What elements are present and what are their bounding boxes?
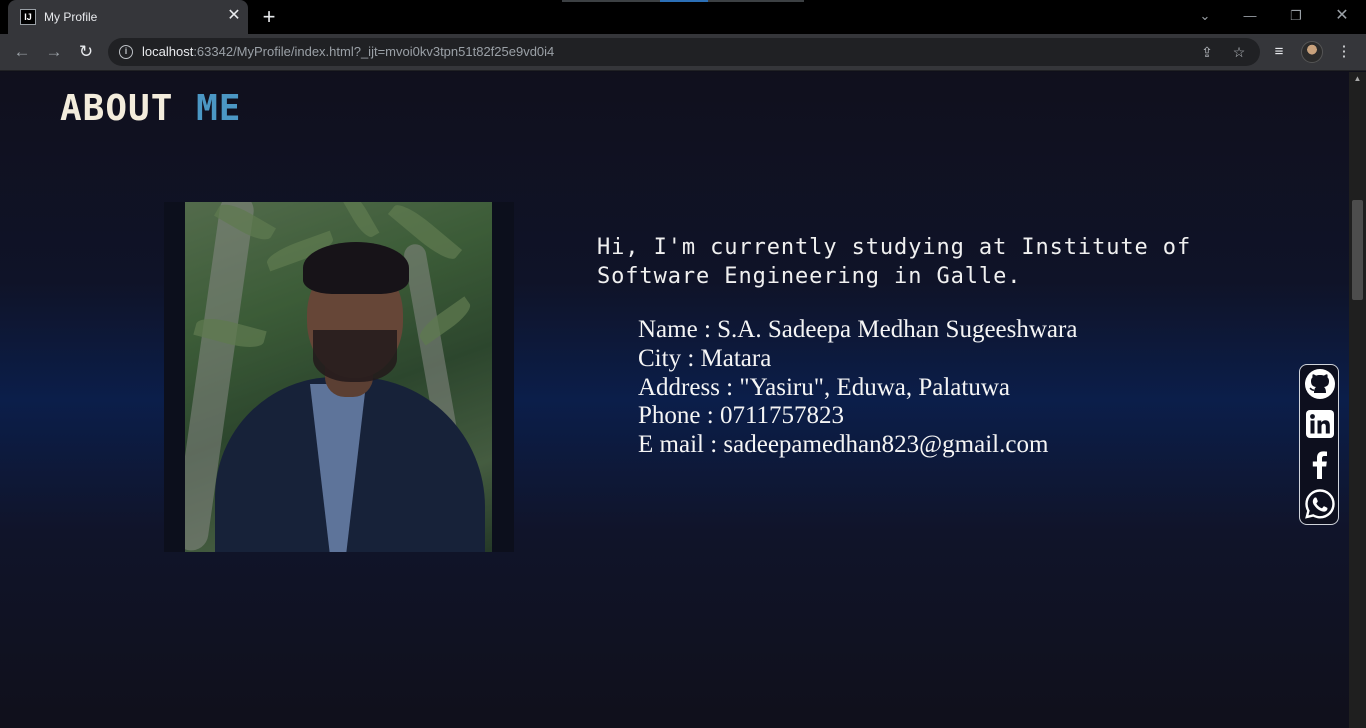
social-links-bar — [1299, 364, 1339, 525]
site-info-icon[interactable]: i — [119, 45, 133, 59]
menu-kebab-icon[interactable]: ⋮ — [1333, 41, 1355, 63]
contact-details: Name : S.A. Sadeepa Medhan Sugeeshwara C… — [638, 316, 1077, 460]
profile-avatar[interactable] — [1301, 41, 1323, 63]
page-viewport: ABOUT ME Hi, I'm currently studying at I… — [0, 72, 1349, 728]
browser-tab-strip: IJ My Profile ✕ + ⌄ — ❐ ✕ — [0, 0, 1366, 34]
profile-photo-frame — [164, 202, 514, 552]
tab-search-chevron-icon[interactable]: ⌄ — [1195, 6, 1215, 26]
detail-city: City : Matara — [638, 344, 772, 372]
scroll-up-arrow-icon[interactable]: ▲ — [1349, 72, 1366, 86]
browser-toolbar: ← → ↻ i localhost:63342/MyProfile/index.… — [0, 34, 1366, 71]
heading-about: ABOUT — [60, 88, 174, 129]
facebook-icon[interactable] — [1304, 448, 1336, 480]
restore-button[interactable]: ❐ — [1286, 6, 1306, 26]
intro-text: Hi, I'm currently studying at Institute … — [597, 235, 1192, 289]
bookmark-star-icon[interactable]: ☆ — [1229, 42, 1249, 62]
close-window-button[interactable]: ✕ — [1332, 6, 1352, 26]
linkedin-icon[interactable] — [1304, 408, 1336, 440]
whatsapp-icon[interactable] — [1304, 488, 1336, 520]
new-tab-button[interactable]: + — [258, 6, 280, 28]
forward-arrow-icon[interactable]: → — [43, 41, 65, 63]
share-icon[interactable]: ⇪ — [1197, 42, 1217, 62]
tab-close-icon[interactable]: ✕ — [226, 8, 242, 24]
scrollbar-thumb[interactable] — [1352, 200, 1363, 300]
url-host: localhost — [142, 44, 194, 59]
detail-name: Name : S.A. Sadeepa Medhan Sugeeshwara — [638, 316, 1078, 343]
intellij-favicon-icon: IJ — [20, 9, 36, 25]
browser-tab[interactable]: IJ My Profile ✕ — [8, 0, 248, 34]
tab-title: My Profile — [44, 10, 98, 24]
profile-photo — [185, 202, 492, 552]
about-me-heading: ABOUT ME — [60, 88, 241, 130]
page-scrollbar[interactable]: ▲ — [1349, 72, 1366, 728]
detail-address: Address : "Yasiru", Eduwa, Palatuwa — [638, 373, 1010, 401]
tab-search-indicator-accent — [660, 0, 708, 2]
url-path: :63342/MyProfile/index.html?_ijt=mvoi0kv… — [193, 44, 555, 59]
media-queue-icon[interactable]: ≡ — [1268, 41, 1290, 63]
address-bar[interactable]: i localhost:63342/MyProfile/index.html?_… — [108, 38, 1260, 66]
detail-email: E mail : sadeepamedhan823@gmail.com — [638, 431, 1049, 459]
back-arrow-icon[interactable]: ← — [11, 41, 33, 63]
minimize-button[interactable]: — — [1240, 6, 1260, 26]
reload-icon[interactable]: ↻ — [75, 41, 97, 63]
url-text[interactable]: localhost:63342/MyProfile/index.html?_ij… — [142, 44, 554, 60]
detail-phone: Phone : 0711757823 — [638, 402, 845, 430]
heading-me: ME — [196, 88, 242, 129]
github-icon[interactable] — [1304, 368, 1336, 400]
